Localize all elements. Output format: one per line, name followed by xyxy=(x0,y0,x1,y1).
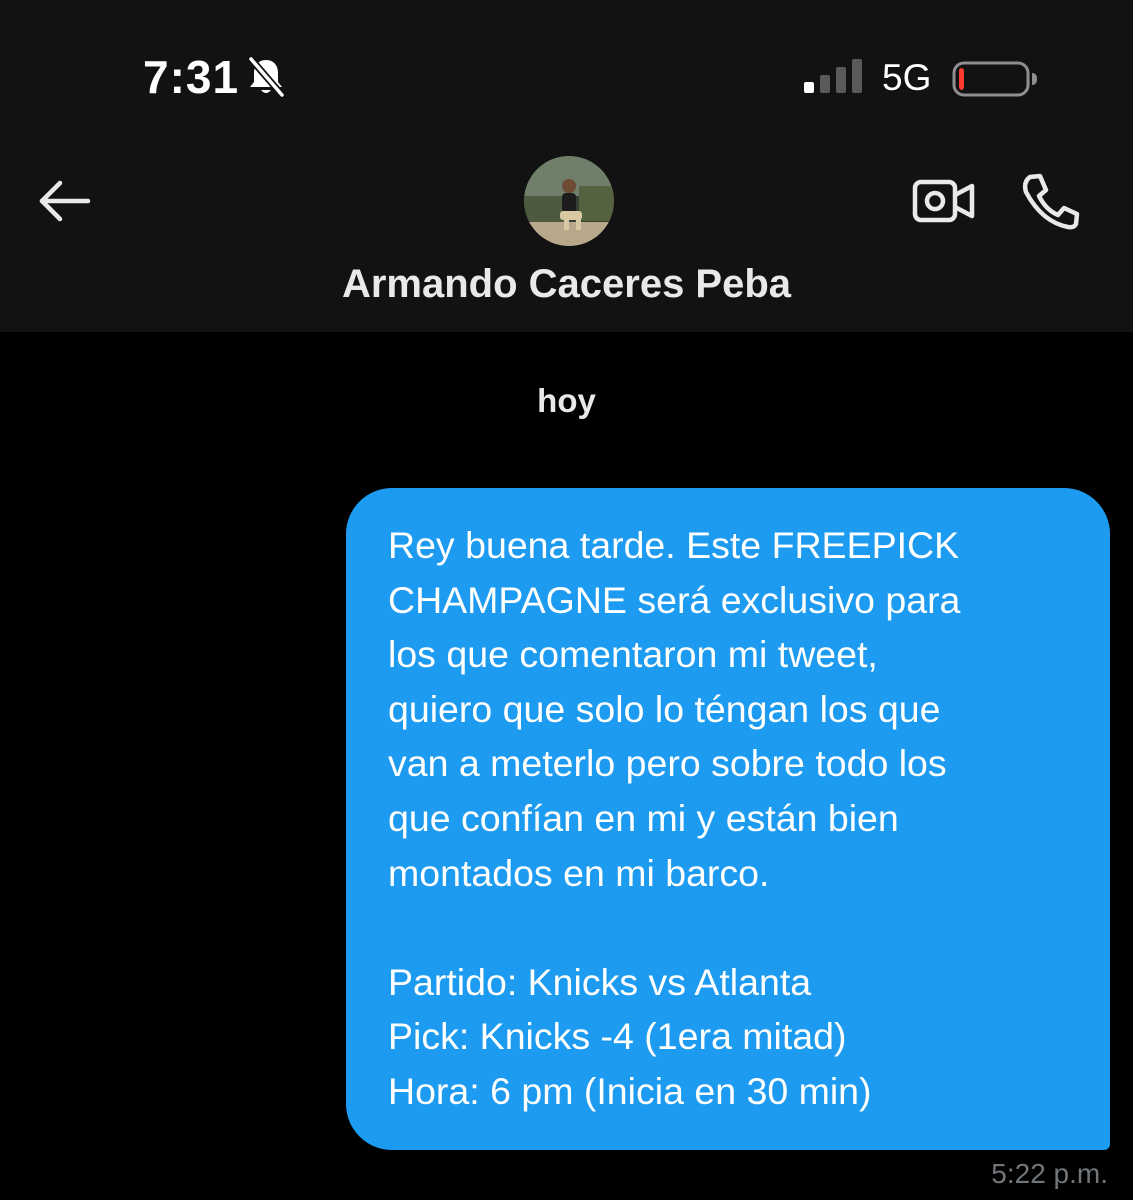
bell-slash-icon xyxy=(247,55,286,99)
top-bar: 7:31 5G Armando Caceres Peba xyxy=(0,0,1133,332)
battery-icon xyxy=(952,61,1037,97)
outgoing-message-bubble[interactable]: Rey buena tarde. Este FREEPICK CHAMPAGNE… xyxy=(346,488,1110,1150)
status-time: 7:31 xyxy=(143,51,240,103)
day-separator: hoy xyxy=(537,382,596,419)
back-arrow-icon[interactable] xyxy=(36,176,94,226)
phone-icon[interactable] xyxy=(1020,172,1080,230)
video-camera-icon[interactable] xyxy=(912,176,976,226)
message-timestamp: 5:22 p.m. xyxy=(991,1158,1108,1189)
message-text: Rey buena tarde. Este FREEPICK CHAMPAGNE… xyxy=(388,524,961,1112)
signal-icon xyxy=(804,59,862,93)
contact-name[interactable]: Armando Caceres Peba xyxy=(0,262,1133,307)
network-type: 5G xyxy=(882,57,932,98)
avatar[interactable] xyxy=(524,156,614,246)
